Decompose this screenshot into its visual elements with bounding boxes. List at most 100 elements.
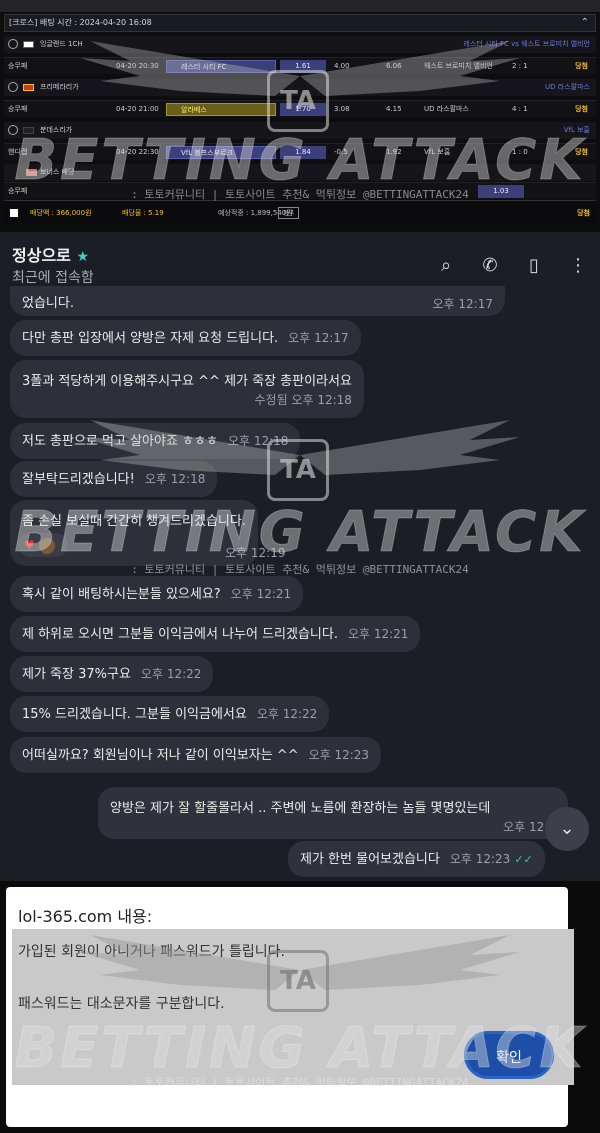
slip-result: 당첨 [577, 209, 590, 217]
message-text: 저도 총판으로 먹고 살아야죠 ㅎㅎㅎ [22, 434, 218, 449]
message-bubble[interactable]: 어떠실까요? 회원님이나 저나 같이 이익보자는 ^^ 오후 12:23 [10, 737, 382, 773]
alert-title: lol-365.com 내용: [18, 907, 153, 926]
league-matchup: UD 라스팔마스 [545, 83, 590, 91]
message-text: 제가 한번 물어보겠습니다 [300, 852, 440, 867]
league-matchup: 레스터 시티 FC vs 웨스트 브로미치 앨비언 [463, 40, 590, 48]
message-time: 오후 12:23 [308, 748, 370, 762]
contact-name: 정상으로 [12, 246, 71, 265]
message-time: 오후 12:18 [227, 434, 289, 448]
more-icon[interactable]: ⋮ [566, 254, 590, 278]
scroll-down-button[interactable]: ⌄ [545, 807, 589, 851]
result-badge: 당첨 [575, 62, 588, 70]
status-badge[interactable]: 정부 [278, 207, 300, 219]
top-stripe [0, 0, 600, 12]
bet-type: 핸디캡 [8, 148, 28, 156]
message-time: 수정됨 오후 12:18 [254, 393, 352, 407]
alert-message-line1: 가입된 회원이 아니거나 패스워드가 틀립니다. [18, 944, 285, 960]
soccer-ball-icon [8, 39, 18, 49]
browser-alert-dialog: lol-365.com 내용: 가입된 회원이 아니거나 패스워드가 틀립니다.… [6, 887, 574, 1127]
sidebar-icon[interactable]: ▯ [522, 254, 546, 278]
odds-home: 1.61 [280, 60, 326, 73]
message-text: 잘부탁드리겠습니다! [22, 472, 135, 487]
betting-slip-panel: [크로스] 배팅 시간 : 2024-04-20 16:08 ⌃ 잉글랜드 1C… [0, 0, 600, 232]
message-bubble[interactable]: 혹시 같이 배팅하시는분들 있으세요? 오후 12:21 [10, 576, 304, 612]
bet-slip-footer: 배당액 : 366,000원 배당율 : 5.19 예상적중 : 1,899,5… [4, 200, 596, 224]
league-matchup: VfL 보훔 [563, 126, 590, 134]
soccer-ball-icon [8, 82, 18, 92]
alert-message-line2: 패스워드는 대소문자를 구분합니다. [18, 996, 225, 1012]
germany-flag-icon [23, 127, 34, 134]
message-bubble[interactable]: 다만 총판 입장에서 양방은 자제 요청 드립니다. 오후 12:17 [10, 320, 361, 356]
message-bubble[interactable]: 제 하위로 오시면 그분들 이익금에서 나누어 드리겠습니다. 오후 12:21 [10, 616, 421, 652]
match-row: 승무패 04-20 20:30 레스터 시티 FC 1.61 4.00 6.06… [4, 57, 596, 74]
message-time: 오후 12:21 [230, 587, 292, 601]
message-time: 오후 12:21 [347, 627, 409, 641]
odds-home: 1.70 [280, 103, 326, 116]
message-text: 어떠실까요? 회원님이나 저나 같이 이익보자는 ^^ [22, 748, 299, 763]
home-pick: 알라베스 [166, 103, 276, 116]
alert-backdrop: lol-365.com 내용: 가입된 회원이 아니거나 패스워드가 틀립니다.… [0, 881, 600, 1133]
away-team: VfL 보훔 [424, 148, 451, 156]
match-date: 04-20 22:30 [116, 148, 159, 156]
message-bubble[interactable]: 었습니다. 오후 12:17 [10, 286, 505, 316]
league-row: 분데스리가 VfL 보훔 [4, 122, 596, 139]
message-text: 혹시 같이 배팅하시는분들 있으세요? [22, 587, 221, 602]
phone-icon[interactable]: ✆ [478, 254, 502, 278]
message-text: 제 하위로 오시면 그분들 이익금에서 나누어 드리겠습니다. [22, 627, 338, 642]
match-date: 04-20 20:30 [116, 62, 159, 70]
bet-slip-header[interactable]: [크로스] 배팅 시간 : 2024-04-20 16:08 ⌃ [4, 14, 596, 32]
result-badge: 당첨 [575, 148, 588, 156]
message-bubble[interactable]: 저도 총판으로 먹고 살아야죠 ㅎㅎㅎ 오후 12:18 [10, 423, 301, 459]
message-time: 오후 12:18 [144, 472, 206, 486]
message-text: 었습니다. [22, 296, 74, 311]
match-row: 핸디캡 04-20 22:30 VfL 볼프스부르크 1.84 -0.5 1.9… [4, 143, 596, 160]
odds-away: 1.92 [386, 148, 402, 156]
league-row: 프리메라리가 UD 라스팔마스 [4, 79, 596, 96]
league-row: 잉글랜드 1CH 레스터 시티 FC vs 웨스트 브로미치 앨비언 [4, 36, 596, 53]
message-bubble[interactable]: 제가 죽장 37%구요 오후 12:22 [10, 656, 214, 692]
message-text: 3폴과 적당하게 이용해주시구요 ^^ 제가 죽장 총판이라서요 [22, 374, 352, 389]
home-pick: VfL 볼프스부르크 [166, 146, 276, 159]
contact-name-row[interactable]: 정상으로 ★ [12, 242, 89, 266]
message-text: 제가 죽장 37%구요 [22, 667, 131, 682]
select-checkbox[interactable] [10, 209, 18, 217]
match-date: 04-20 21:00 [116, 105, 159, 113]
read-check-icon: ✓✓ [514, 853, 533, 866]
league-name: 보너스 배당 [40, 168, 75, 176]
message-time: 오후 12:19 [225, 546, 286, 560]
message-bubble[interactable]: 3폴과 적당하게 이용해주시구요 ^^ 제가 죽장 총판이라서요수정됨 오후 1… [10, 360, 364, 418]
avatar [38, 537, 55, 554]
bet-type: 승무패 [8, 187, 28, 195]
message-bubble[interactable]: 잘부탁드리겠습니다! 오후 12:18 [10, 461, 218, 497]
away-team: 웨스트 브로미치 앨비언 [424, 62, 493, 70]
result-badge: 당첨 [575, 105, 588, 113]
confirm-button[interactable]: 확인 [464, 1031, 554, 1079]
heart-icon: ♥ [24, 538, 35, 552]
message-bubble[interactable]: 15% 드리겠습니다. 그분들 이익금에서요 오후 12:22 [10, 696, 330, 732]
bet-type: 승무패 [8, 62, 28, 70]
message-time: 오후 12:17 [432, 297, 493, 311]
match-row: 승무패 04-20 21:00 알라베스 1.70 3.08 4.15 UD 라… [4, 100, 596, 117]
message-text: 좀 손실 보실때 간간히 챙겨드리겠습니다. [22, 514, 246, 529]
search-icon[interactable]: ⌕ [434, 254, 458, 278]
outgoing-message-bubble[interactable]: 제가 한번 물어보겠습니다 오후 12:23 ✓✓ [288, 841, 545, 877]
message-time: 오후 12:2 [503, 820, 556, 834]
odds-home: 1.84 [280, 146, 326, 159]
last-seen-status: 최근에 접속함 [12, 270, 94, 286]
odds-draw: 3.08 [334, 105, 350, 113]
chat-screen: 정상으로 ★ 최근에 접속함 ⌕ ✆ ▯ ⋮ 었습니다. 오후 12:17 다만 총판… [0, 232, 600, 881]
league-name: 프리메라리가 [40, 83, 79, 91]
england-flag-icon [23, 41, 34, 48]
bet-header-text: [크로스] 배팅 시간 : 2024-04-20 16:08 [9, 18, 152, 27]
home-pick: 레스터 시티 FC [166, 60, 276, 73]
chevron-up-icon[interactable]: ⌃ [581, 15, 589, 31]
message-text: 다만 총판 입장에서 양방은 자제 요청 드립니다. [22, 331, 279, 346]
star-icon: ★ [76, 249, 90, 265]
match-score: 4 : 1 [512, 105, 528, 113]
away-team: UD 라스팔마스 [424, 105, 469, 113]
reaction-chip[interactable]: ♥ [18, 533, 68, 557]
odds-away: 6.06 [386, 62, 402, 70]
message-time: 오후 12:22 [140, 667, 202, 681]
spain-flag-icon [23, 84, 34, 91]
outgoing-message-bubble[interactable]: 양방은 제가 잘 할줄몰라서 .. 주변에 노름에 환장하는 놈들 몇명있는데 오… [98, 787, 568, 839]
